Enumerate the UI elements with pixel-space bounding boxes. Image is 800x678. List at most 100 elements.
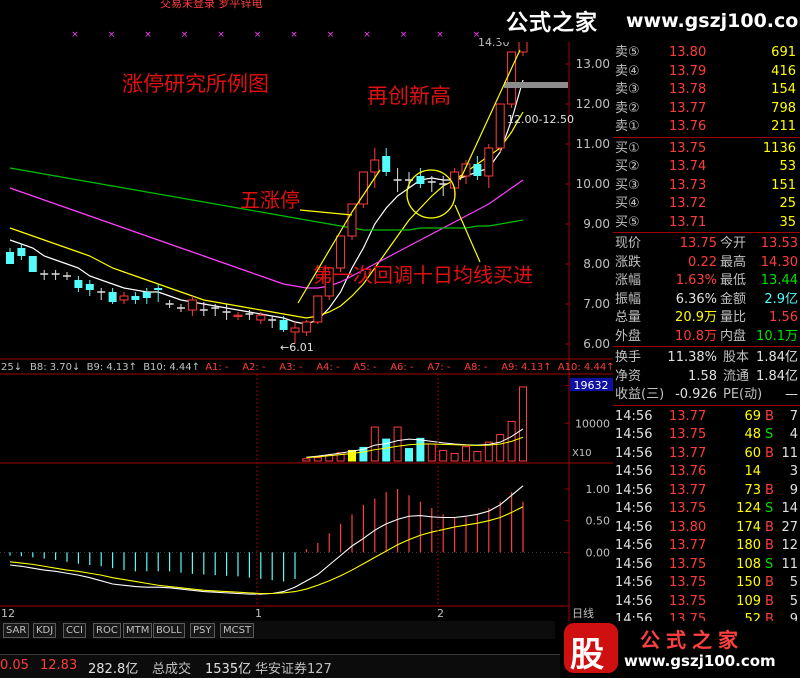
ask-price: 13.80 [669,45,707,60]
candle-body [6,252,14,264]
trade-price: 13.75 [669,556,707,572]
trade-side: S [765,501,774,516]
trade-row: 14:56 13.76 14 3 [613,462,800,481]
annotation-new-high: 再创新高 [367,84,451,108]
candle-body [370,159,380,173]
trade-side: B [765,482,774,498]
candle-body [233,314,243,317]
trade-side: B [765,538,774,553]
volume-legend-item: A10: 4.44↑ [558,362,613,373]
candle [495,103,505,152]
trade-count: 4 [789,427,798,442]
volume-unit-label: X10 [572,448,592,459]
stat-row: 外盘 10.8万 内盘 10.1万 [613,327,800,346]
ask-row: 卖② 13.77 798 [613,99,800,118]
bid-volume: 151 [771,177,796,193]
trade-side: S [765,556,774,572]
trade-row: 14:56 13.75 109 B 5 [613,592,800,611]
ask-volume: 416 [771,63,796,79]
volume-bar [313,457,322,462]
bid-row: 买④ 13.72 25 [613,194,800,213]
trade-time: 14:56 [615,501,653,516]
volume-legend-item: A8: - [464,362,488,373]
status-bar: 0.05 12.83 282.8亿 总成交 1535亿 华安证券127 [0,654,560,678]
trade-time: 14:56 [615,482,653,498]
stat-value: 0.22 [688,254,717,270]
candle [347,203,357,240]
trade-row: 14:56 13.80 174 B 27 [613,518,800,537]
stat-row: 振幅 6.36% 金额 2.9亿 [613,290,800,309]
status-item: 总成交 [152,662,192,677]
x-axis-label: 12 [1,607,15,620]
trade-count: 11 [781,445,798,461]
indicator-tab-cci[interactable]: CCI [63,623,86,638]
y-tick-label: 13.00 [576,57,610,71]
trade-time: 14:56 [615,556,653,572]
stat-value: 10.1万 [756,328,798,344]
marker-dot: × [363,30,371,40]
top-title: 交易未登录 罗平锌电 [160,0,263,10]
annotation-five-limit: 五涨停 [240,188,300,212]
bid-price: 13.74 [669,159,707,174]
bid-row: 买⑤ 13.71 35 [613,213,800,232]
trades-separator [613,404,800,406]
trade-count: 14 [781,501,798,516]
trade-time: 14:56 [615,519,653,535]
trade-side: B [765,519,774,535]
candle-body [17,248,26,256]
ask-label: 卖③ [615,82,640,97]
bid-row: 买① 13.75 1136 [613,139,800,158]
stats2-separator [613,346,800,347]
indicator-tab-roc[interactable]: ROC [93,623,121,638]
y-tick-label: 8.00 [583,257,610,271]
indicator-tab-kdj[interactable]: KDJ [33,623,57,638]
bid-label: 买② [615,159,640,174]
stat-value: 1.56 [769,310,798,325]
trade-time: 14:56 [615,575,653,590]
stat-label: 最低 [720,273,747,288]
bid-volume: 35 [779,214,796,230]
marker-dot: × [290,30,298,40]
trade-count: 5 [789,575,798,590]
macd-tick-label: 0.50 [586,515,611,528]
status-item: 12.83 [40,658,78,673]
stat-row: 收益(三) -0.926 PE(动) — [613,385,800,404]
volume-legend-prefix: 25↓ [1,362,22,373]
candle [28,256,37,272]
bid-volume: 1136 [762,140,796,156]
chart-area[interactable]: 14.0013.0012.0011.0010.009.008.007.006.0… [0,0,613,621]
stat-row: 涨幅 1.63% 最低 13.44 [613,271,800,290]
stat-value: 11.38% [667,350,717,365]
candle-body [473,164,482,176]
trade-count: 12 [781,538,798,553]
trade-price: 13.76 [669,464,707,479]
marker-dot: × [327,30,335,40]
status-item: 华安证券127 [255,662,332,677]
volume-bar [519,386,527,462]
trade-time: 14:56 [615,445,653,461]
chart-background [0,0,613,621]
volume-legend-item: A2: - [242,362,266,373]
trade-time: 14:56 [615,593,653,609]
stat-value: 13.53 [760,236,798,251]
stat-label: 振幅 [615,291,642,307]
volume-legend-item: A9: 4.13↑ [501,362,551,373]
indicator-tab-boll[interactable]: BOLL [153,623,185,638]
indicator-tab-psy[interactable]: PSY [190,623,215,638]
watermark-bottom-cn: 公式之家 [640,628,744,652]
stat-value: — [785,387,798,402]
trade-volume: 174 [736,519,761,535]
candle [313,295,323,324]
candle-body [28,256,37,272]
indicator-tab-sar[interactable]: SAR [3,623,30,638]
stat-row: 涨跌 0.22 最高 14.30 [613,253,800,272]
trade-count: 3 [789,464,798,479]
indicator-tab-mtm[interactable]: MTM [123,623,153,638]
candle-body [119,295,129,301]
ask-volume: 691 [771,45,796,60]
ask-volume: 154 [771,82,796,97]
candle-body [290,327,300,333]
indicator-tab-mcst[interactable]: MCST [220,623,255,638]
stat-label: 换手 [615,350,642,365]
volume-legend-item: B8: 3.70↓ [30,362,80,373]
